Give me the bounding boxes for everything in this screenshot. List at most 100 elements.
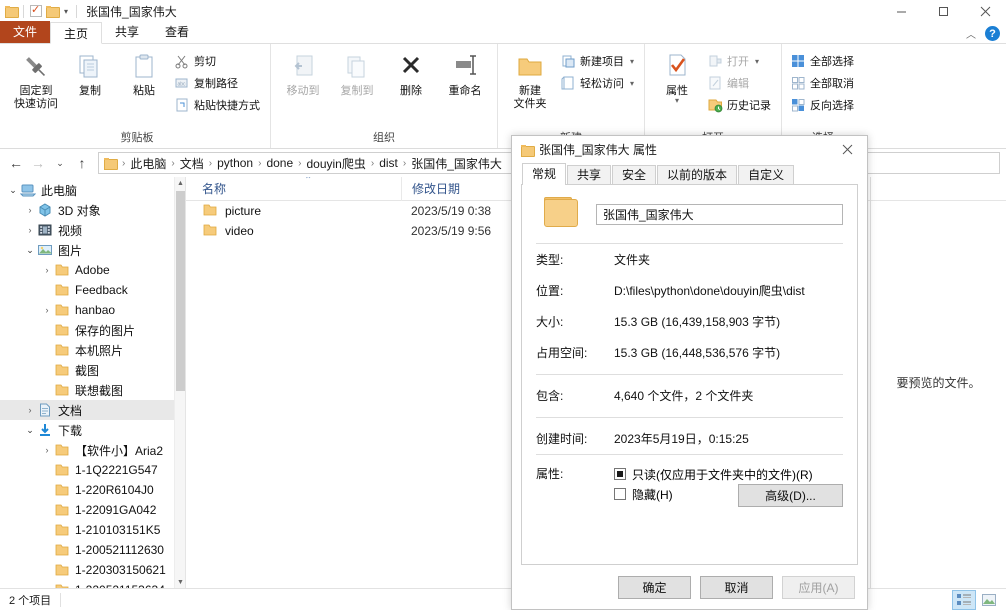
tree-item-14[interactable]: 1-1Q2221G547 [0, 460, 185, 480]
scroll-down-arrow-icon[interactable]: ▼ [175, 576, 186, 588]
delete-button[interactable]: 删除 [385, 47, 437, 98]
tree-item-8[interactable]: 本机照片 [0, 340, 185, 360]
tree-item-20[interactable]: 1-220521153634 [0, 580, 185, 588]
paste-shortcut-button[interactable]: 粘贴快捷方式 [172, 95, 264, 115]
history-button[interactable]: 历史记录 [705, 95, 775, 115]
tree-item-11[interactable]: ›文档 [0, 400, 185, 420]
chevron-right-icon[interactable]: › [23, 225, 37, 235]
tree-item-17[interactable]: 1-210103151K5 [0, 520, 185, 540]
select-all-button[interactable]: 全部选择 [788, 51, 858, 71]
breadcrumb-item-5[interactable]: dist [377, 156, 400, 170]
tree-item-18[interactable]: 1-200521112630 [0, 540, 185, 560]
properties-button[interactable]: 属性 ▾ [651, 47, 703, 104]
breadcrumb-item-4[interactable]: douyin爬虫 [304, 155, 367, 172]
dialog-tab-previous-versions[interactable]: 以前的版本 [657, 165, 737, 185]
new-item-button[interactable]: 新建项目 ▾ [558, 51, 638, 71]
cut-button[interactable]: 剪切 [172, 51, 264, 71]
chevron-down-icon[interactable]: ⌄ [23, 425, 37, 436]
cancel-button[interactable]: 取消 [700, 576, 773, 599]
copy-path-button[interactable]: abc 复制路径 [172, 73, 264, 93]
dialog-tab-sharing[interactable]: 共享 [567, 165, 611, 185]
move-to-button[interactable]: 移动到 [277, 47, 329, 98]
open-button[interactable]: 打开 ▾ [705, 51, 775, 71]
nav-scrollbar[interactable]: ▲ ▼ [174, 177, 185, 588]
copy-button[interactable]: 复制 [64, 47, 116, 98]
dialog-close-button[interactable] [827, 136, 867, 163]
tree-item-4[interactable]: ›Adobe [0, 260, 185, 280]
help-icon[interactable]: ? [985, 26, 1000, 41]
tab-home[interactable]: 主页 [50, 22, 102, 44]
rename-button[interactable]: 重命名 [439, 47, 491, 98]
chevron-right-icon[interactable]: › [40, 445, 54, 455]
tree-item-16[interactable]: 1-22091GA042 [0, 500, 185, 520]
back-arrow-icon[interactable]: ← [6, 153, 26, 173]
readonly-checkbox[interactable] [614, 468, 626, 480]
tab-file[interactable]: 文件 [0, 21, 50, 43]
forward-arrow-icon[interactable]: → [28, 153, 48, 173]
invert-selection-button[interactable]: 反向选择 [788, 95, 858, 115]
chevron-right-icon[interactable]: › [23, 205, 37, 215]
chevron-right-icon[interactable]: › [23, 405, 37, 415]
tree-item-6[interactable]: ›hanbao [0, 300, 185, 320]
large-icons-view-button[interactable] [978, 591, 1000, 609]
tree-item-1[interactable]: ›3D 对象 [0, 200, 185, 220]
dialog-tab-security[interactable]: 安全 [612, 165, 656, 185]
ok-button[interactable]: 确定 [618, 576, 691, 599]
easy-access-button[interactable]: 轻松访问 ▾ [558, 73, 638, 93]
chevron-down-icon[interactable]: ▾ [630, 57, 634, 66]
chevron-down-icon[interactable]: ⌄ [23, 245, 37, 256]
select-none-button[interactable]: 全部取消 [788, 73, 858, 93]
apply-button[interactable]: 应用(A) [782, 576, 855, 599]
tree-item-13[interactable]: ›【软件小】Aria2 [0, 440, 185, 460]
pin-to-quick-access-button[interactable]: 固定到快速访问 [10, 47, 62, 111]
dialog-tab-general[interactable]: 常规 [522, 163, 566, 185]
breadcrumb-item-0[interactable]: 此电脑 [128, 155, 168, 172]
tree-item-15[interactable]: 1-220R6104J0 [0, 480, 185, 500]
advanced-button[interactable]: 高级(D)... [738, 484, 843, 507]
edit-icon [707, 75, 723, 91]
minimize-button[interactable] [880, 0, 922, 22]
checkbox-check-icon[interactable] [30, 5, 42, 17]
tab-share[interactable]: 共享 [102, 21, 152, 43]
scroll-up-arrow-icon[interactable]: ▲ [175, 177, 186, 189]
chevron-down-icon[interactable]: ▾ [675, 98, 679, 104]
tab-view[interactable]: 查看 [152, 21, 202, 43]
breadcrumb-item-2[interactable]: python [215, 156, 255, 170]
scrollbar-thumb[interactable] [176, 191, 185, 391]
recent-locations-chevron-icon[interactable]: ⌄ [50, 153, 70, 173]
chevron-down-icon[interactable]: ⌄ [6, 185, 20, 196]
hidden-checkbox[interactable] [614, 488, 626, 500]
up-arrow-icon[interactable]: ↑ [72, 153, 92, 173]
tree-item-2[interactable]: ›视频 [0, 220, 185, 240]
column-header-name[interactable]: 名称 ⌃ [186, 180, 401, 197]
copy-to-button[interactable]: 复制到 [331, 47, 383, 98]
new-folder-button[interactable]: 新建文件夹 [504, 47, 556, 111]
tree-item-19[interactable]: 1-220303150621 [0, 560, 185, 580]
dialog-tab-customize[interactable]: 自定义 [738, 165, 794, 185]
breadcrumb-item-6[interactable]: 张国伟_国家伟大 [409, 155, 504, 172]
breadcrumb-item-3[interactable]: done [264, 156, 295, 170]
chevron-down-icon[interactable]: ▾ [630, 79, 634, 88]
tree-item-12[interactable]: ⌄下载 [0, 420, 185, 440]
paste-button[interactable]: 粘贴 [118, 47, 170, 98]
edit-button[interactable]: 编辑 [705, 73, 775, 93]
tree-item-5[interactable]: Feedback [0, 280, 185, 300]
maximize-button[interactable] [922, 0, 964, 22]
tree-item-0[interactable]: ⌄此电脑 [0, 180, 185, 200]
column-header-date[interactable]: 修改日期 [401, 177, 521, 201]
breadcrumb-item-1[interactable]: 文档 [178, 155, 206, 172]
dropdown-caret-icon[interactable]: ▾ [62, 7, 70, 16]
details-view-button[interactable] [953, 591, 975, 609]
folder-icon[interactable] [46, 6, 58, 16]
chevron-right-icon[interactable]: › [40, 305, 54, 315]
tree-item-7[interactable]: 保存的图片 [0, 320, 185, 340]
close-button[interactable] [964, 0, 1006, 22]
folder-name-input[interactable]: 张国伟_国家伟大 [596, 204, 843, 225]
chevron-up-icon[interactable]: ︿ [966, 26, 976, 41]
chevron-down-icon[interactable]: ▾ [755, 57, 759, 66]
readonly-checkbox-row[interactable]: 只读(仅应用于文件夹中的文件)(R) [614, 464, 843, 484]
chevron-right-icon[interactable]: › [40, 265, 54, 275]
tree-item-3[interactable]: ⌄图片 [0, 240, 185, 260]
tree-item-9[interactable]: 截图 [0, 360, 185, 380]
tree-item-10[interactable]: 联想截图 [0, 380, 185, 400]
